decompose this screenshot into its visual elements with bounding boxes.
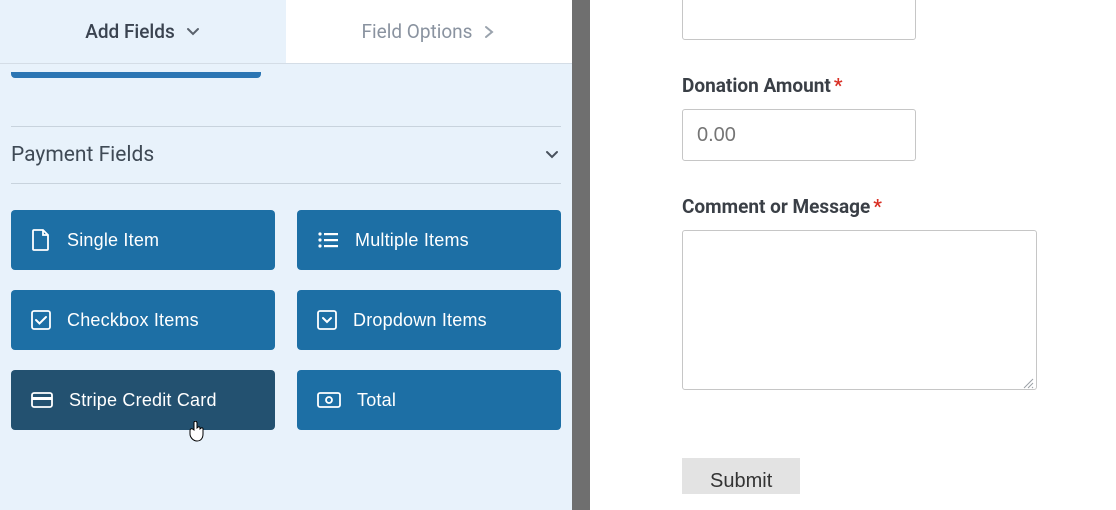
section-title: Payment Fields xyxy=(11,143,154,167)
dropdown-icon xyxy=(317,310,337,330)
divider-dark xyxy=(572,0,590,510)
comment-message-label: Comment or Message* xyxy=(682,195,1037,218)
field-dropdown-items[interactable]: Dropdown Items xyxy=(297,290,561,350)
comment-message-input[interactable] xyxy=(682,230,1037,390)
money-icon xyxy=(317,392,341,408)
field-label: Single Item xyxy=(67,230,159,251)
credit-card-icon xyxy=(31,392,53,408)
field-total[interactable]: Total xyxy=(297,370,561,430)
resize-grip-icon[interactable] xyxy=(1022,377,1034,389)
required-asterisk: * xyxy=(834,74,843,97)
file-icon xyxy=(31,229,51,251)
chevron-down-icon xyxy=(185,24,201,40)
field-label: Multiple Items xyxy=(355,230,469,251)
submit-button[interactable]: Submit xyxy=(682,458,800,494)
sidebar-panel: Add Fields Field Options Payment Fields … xyxy=(0,0,572,510)
field-single-item[interactable]: Single Item xyxy=(11,210,275,270)
field-multiple-items[interactable]: Multiple Items xyxy=(297,210,561,270)
field-stripe-credit-card[interactable]: Stripe Credit Card xyxy=(11,370,275,430)
chevron-right-icon xyxy=(482,25,496,39)
list-icon xyxy=(317,231,339,249)
field-label: Checkbox Items xyxy=(67,310,199,331)
checkbox-icon xyxy=(31,310,51,330)
chevron-down-icon xyxy=(543,146,561,164)
tab-label: Add Fields xyxy=(85,20,175,43)
field-checkbox-items[interactable]: Checkbox Items xyxy=(11,290,275,350)
donation-amount-input[interactable] xyxy=(682,109,916,161)
submit-label: Submit xyxy=(710,470,772,492)
required-asterisk: * xyxy=(873,195,882,218)
field-label: Stripe Credit Card xyxy=(69,390,217,411)
donation-amount-label: Donation Amount* xyxy=(682,74,1037,97)
tab-label: Field Options xyxy=(362,20,473,43)
label-text: Donation Amount xyxy=(682,74,831,97)
tabs: Add Fields Field Options xyxy=(0,0,572,64)
tab-add-fields[interactable]: Add Fields xyxy=(0,0,286,63)
field-label: Total xyxy=(357,390,396,411)
donation-amount-block: Donation Amount* xyxy=(682,74,1037,161)
field-label: Dropdown Items xyxy=(353,310,487,331)
form-preview: Donation Amount* Comment or Message* xyxy=(634,0,1116,510)
tab-field-options[interactable]: Field Options xyxy=(286,0,572,63)
empty-input-top[interactable] xyxy=(682,0,916,40)
section-header-payment-fields[interactable]: Payment Fields xyxy=(11,126,561,184)
divider-light xyxy=(590,0,634,510)
label-text: Comment or Message xyxy=(682,195,870,218)
comment-message-block: Comment or Message* xyxy=(682,195,1037,394)
field-grid: Single Item Multiple Items Checkbox Item… xyxy=(11,210,561,430)
active-indicator-strip xyxy=(11,72,261,78)
